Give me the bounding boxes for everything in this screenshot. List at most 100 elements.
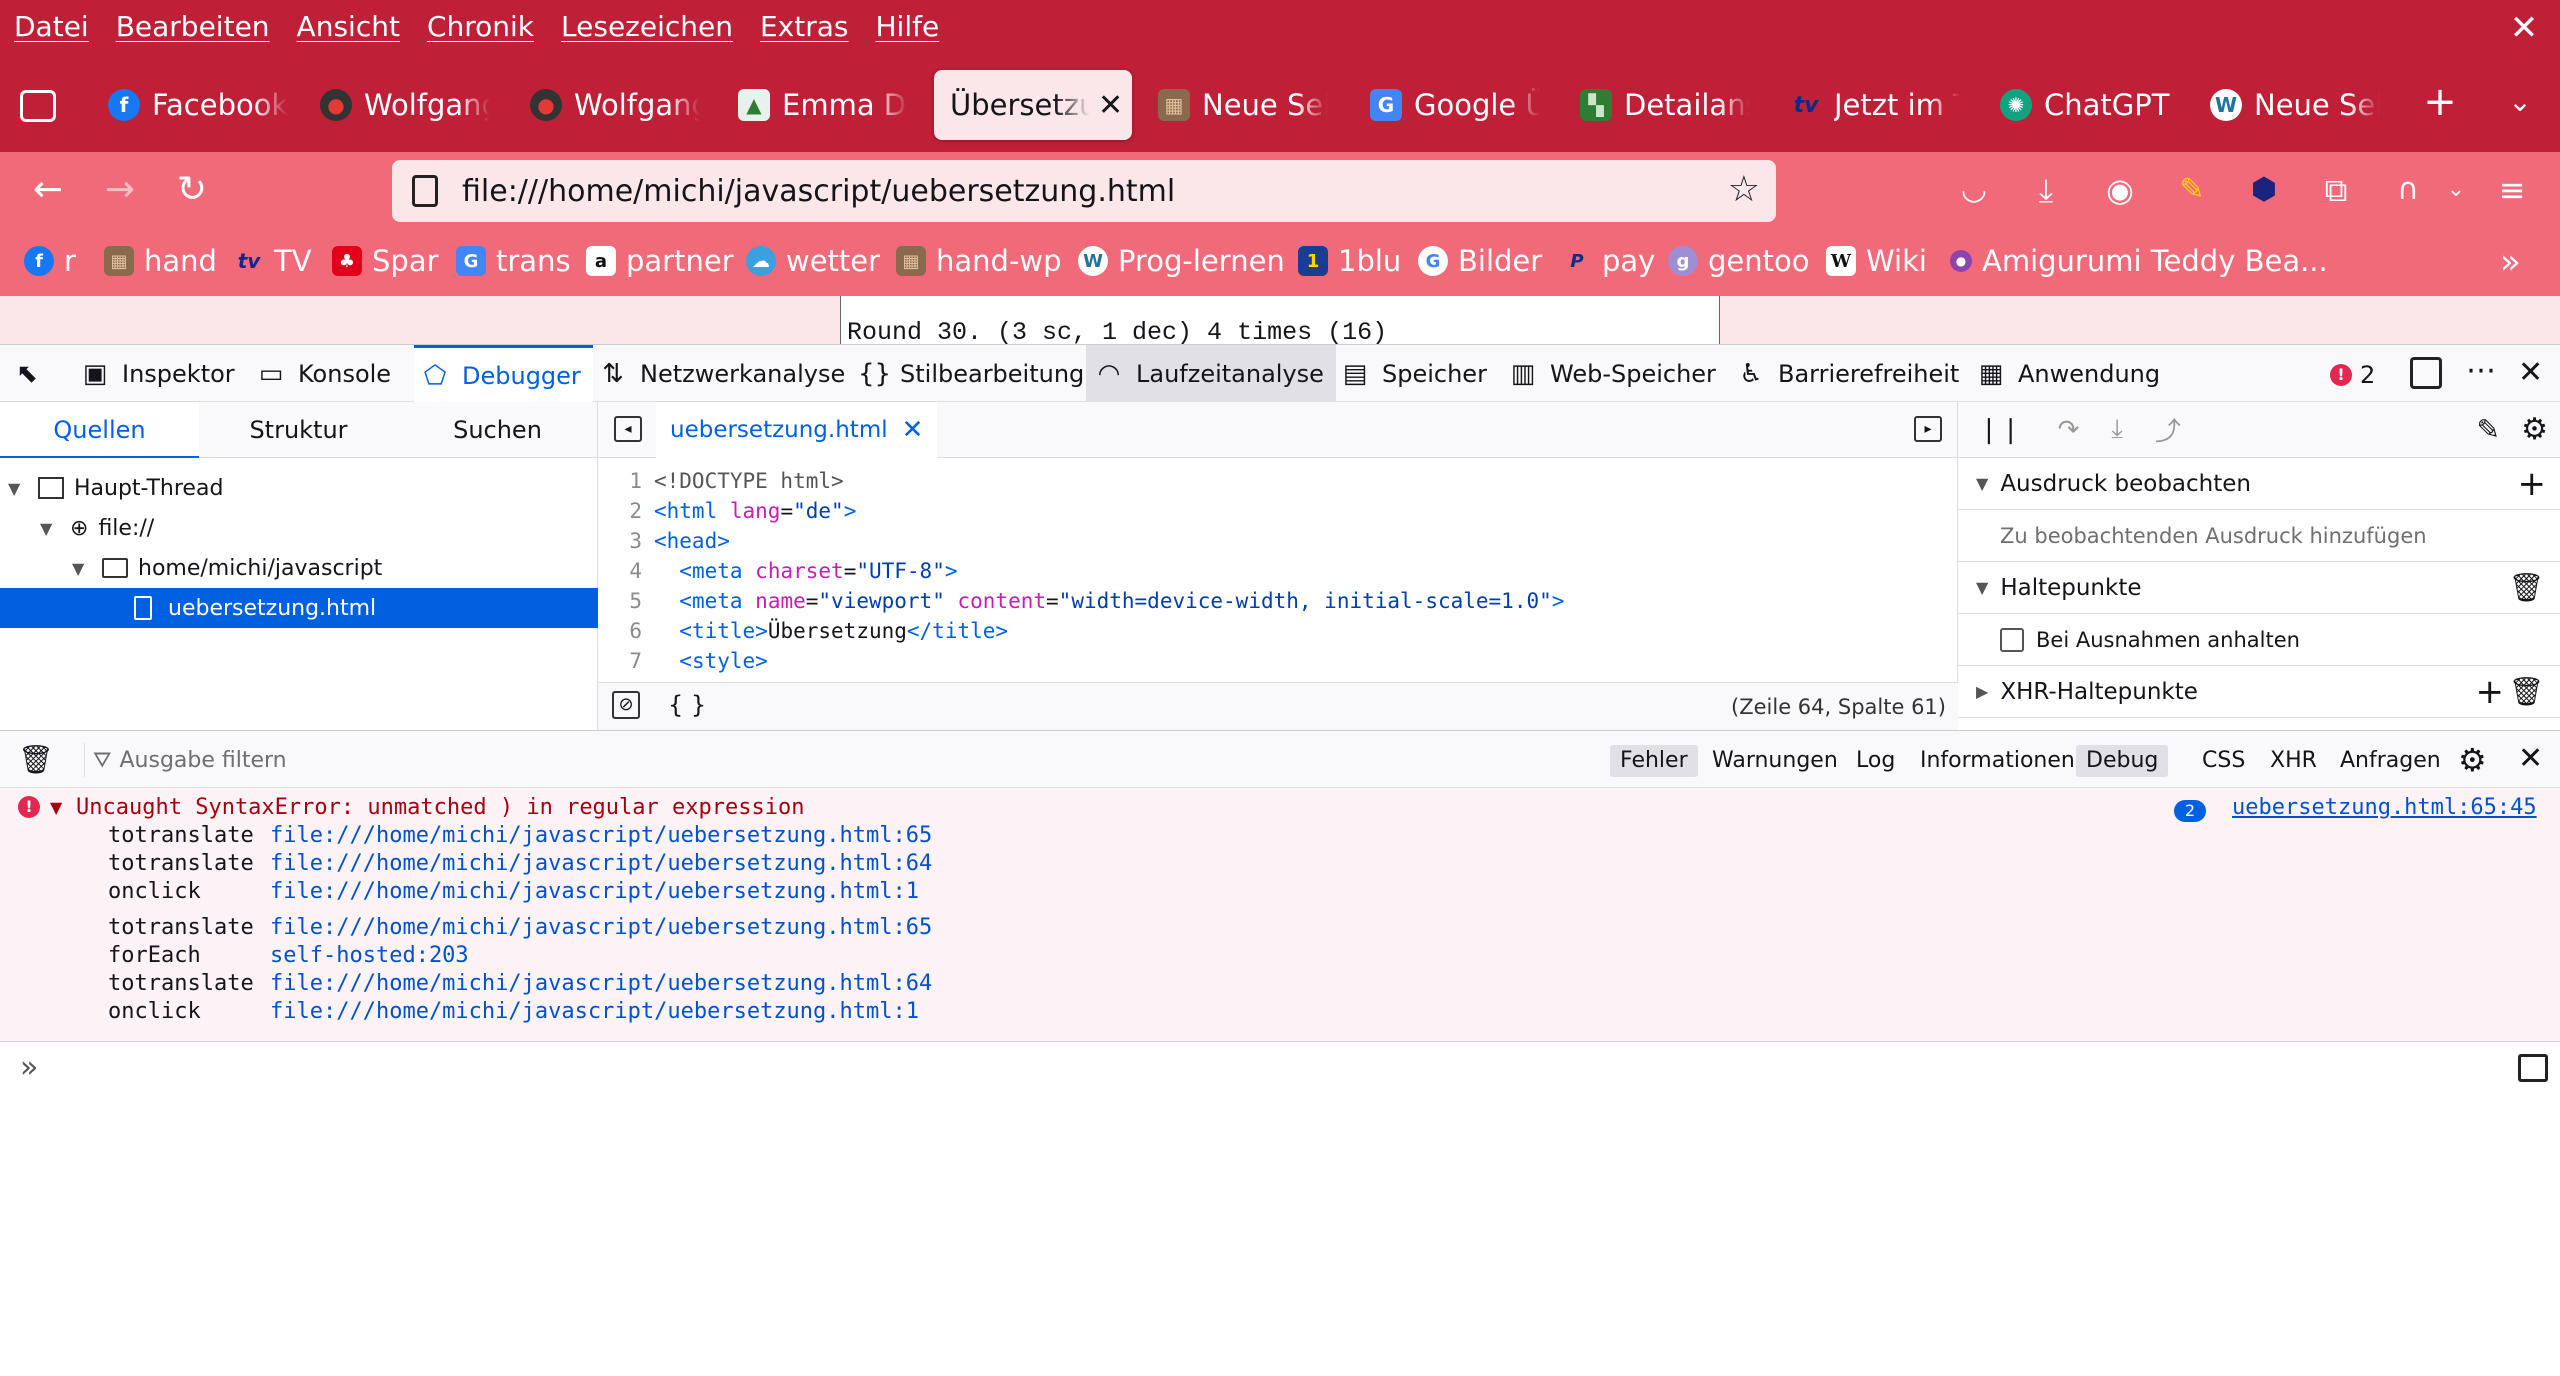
tab-neue-seite-1[interactable]: ▦ Neue Seite (1158, 70, 1328, 140)
toggle-sources-icon[interactable]: ◂ (614, 416, 642, 442)
pocket-icon[interactable]: ◡ (1950, 166, 1998, 214)
filter-informationen[interactable]: Informationen (1910, 745, 2085, 777)
url-text[interactable]: file:///home/michi/javascript/uebersetzu… (462, 174, 1175, 209)
bookmark-hand[interactable]: ▦ hand (104, 244, 217, 278)
bookmark-star-icon[interactable]: ☆ (1728, 172, 1760, 208)
settings-gear-icon[interactable]: ⚙ (2521, 412, 2548, 447)
url-bar[interactable]: file:///home/michi/javascript/uebersetzu… (392, 160, 1776, 222)
bookmark-gentoo[interactable]: g gentoo (1668, 244, 1810, 278)
stack-frame-link[interactable]: file:///home/michi/javascript/uebersetzu… (270, 850, 932, 878)
menu-ansicht[interactable]: Ansicht (297, 10, 400, 43)
filter-debug[interactable]: Debug (2076, 745, 2169, 777)
tree-item-thread[interactable]: ▼ Haupt-Thread (0, 468, 598, 508)
forward-icon[interactable]: → (96, 166, 144, 214)
watch-input[interactable]: Zu beobachtenden Ausdruck hinzufügen (1958, 510, 2560, 562)
bookmark-spar[interactable]: ♣ Spar (332, 244, 439, 278)
tab-suchen[interactable]: Suchen (398, 402, 597, 458)
reload-icon[interactable]: ↻ (168, 166, 216, 214)
more-options-icon[interactable]: ⋯ (2466, 353, 2496, 388)
filter-xhr[interactable]: XHR (2260, 745, 2327, 777)
trash-icon[interactable]: 🗑 (2508, 675, 2544, 708)
close-file-icon[interactable]: ✕ (902, 415, 924, 445)
filter-anfragen[interactable]: Anfragen (2330, 745, 2451, 777)
bookmark-prog-lernen[interactable]: W Prog-lernen (1078, 244, 1285, 278)
step-in-icon[interactable]: ⤓ (2111, 414, 2123, 445)
bookmark-bilder[interactable]: G Bilder (1418, 244, 1542, 278)
window-close-icon[interactable]: ✕ (2508, 11, 2540, 45)
bookmark-hand-wp[interactable]: ▦ hand-wp (896, 244, 1062, 278)
tab-uebersetzung[interactable]: Übersetzung ✕ (934, 70, 1132, 140)
menu-datei[interactable]: Datei (14, 10, 89, 43)
close-tab-icon[interactable]: ✕ (1098, 88, 1123, 123)
tab-emma[interactable]: ▲ Emma Do (738, 70, 908, 140)
tab-struktur[interactable]: Struktur (199, 402, 398, 458)
tab-debugger[interactable]: ⬠ Debugger (414, 345, 593, 403)
new-tab-icon[interactable]: + (2420, 82, 2460, 122)
editor-mode-icon[interactable] (2518, 1054, 2548, 1082)
editor-file-tab[interactable]: uebersetzung.html ✕ (656, 402, 938, 458)
bookmark-pay[interactable]: P pay (1562, 244, 1655, 278)
filter-warnungen[interactable]: Warnungen (1702, 745, 1848, 777)
stack-frame-link[interactable]: file:///home/michi/javascript/uebersetzu… (270, 822, 932, 850)
blackbox-icon[interactable]: ⊘ (612, 691, 640, 719)
tree-item-file[interactable]: uebersetzung.html (0, 588, 598, 628)
tree-item-domain[interactable]: ▼ ⊕ file:// (0, 508, 598, 548)
tab-laufzeitanalyse[interactable]: ◠ Laufzeitanalyse (1086, 345, 1336, 403)
tab-detailansicht[interactable]: ▚ Detailansicht (1580, 70, 1750, 140)
tab-inspektor[interactable]: ▣ Inspektor (80, 345, 235, 403)
menu-hilfe[interactable]: Hilfe (875, 10, 939, 43)
pretty-print-button[interactable]: { } (668, 691, 706, 719)
tab-wolfgang-1[interactable]: ● Wolfgang (320, 70, 490, 140)
pause-on-exceptions-row[interactable]: Bei Ausnahmen anhalten (1958, 614, 2560, 666)
pause-exceptions-checkbox[interactable] (2000, 627, 2024, 652)
tab-quellen[interactable]: Quellen (0, 402, 199, 458)
extension-ublock-icon[interactable]: ⬢ (2240, 166, 2288, 214)
breakpoints-header[interactable]: ▼ Haltepunkte 🗑 (1958, 562, 2560, 614)
bookmark-amigurumi[interactable]: ● Amigurumi Teddy Bea... (1950, 244, 2328, 278)
filter-log[interactable]: Log (1846, 745, 1905, 777)
step-over-icon[interactable]: ↷ (2058, 415, 2080, 445)
tab-barrierefreiheit[interactable]: ♿ Barrierefreiheit (1736, 345, 1959, 403)
extensions-icon[interactable]: ⧉ (2312, 166, 2360, 214)
bookmark-trans[interactable]: G trans (456, 244, 571, 278)
bookmark-r[interactable]: f r (24, 244, 76, 278)
extension-brush-icon[interactable]: ✎ (2168, 166, 2216, 214)
tab-facebook[interactable]: f Facebook (108, 70, 288, 140)
menu-bearbeiten[interactable]: Bearbeiten (116, 10, 270, 43)
tree-item-folder[interactable]: ▼ home/michi/javascript (0, 548, 598, 588)
menu-lesezeichen[interactable]: Lesezeichen (561, 10, 733, 43)
bookmark-1blu[interactable]: 1 1blu (1298, 244, 1401, 278)
bookmark-wiki[interactable]: W Wiki (1826, 244, 1927, 278)
stack-frame-link[interactable]: file:///home/michi/javascript/uebersetzu… (270, 878, 919, 906)
menu-chronik[interactable]: Chronik (427, 10, 534, 43)
add-watch-icon[interactable]: + (2518, 464, 2547, 504)
tab-web-speicher[interactable]: ▥ Web-Speicher (1508, 345, 1716, 403)
tab-speicher[interactable]: ▤ Speicher (1340, 345, 1487, 403)
xhr-breakpoints-header[interactable]: ▶ XHR-Haltepunkte + 🗑 (1958, 666, 2560, 718)
menu-extras[interactable]: Extras (760, 10, 849, 43)
stack-frame-link[interactable]: self-hosted:203 (270, 942, 469, 970)
bookmark-partner[interactable]: a partner (586, 244, 734, 278)
tab-stilbearbeitung[interactable]: {} Stilbearbeitung (858, 345, 1084, 403)
console-input[interactable]: » (0, 1042, 2560, 1092)
tab-overview-icon[interactable] (20, 90, 56, 122)
stack-frame-link[interactable]: file:///home/michi/javascript/uebersetzu… (270, 914, 932, 942)
back-icon[interactable]: ← (24, 166, 72, 214)
clear-console-trash-icon[interactable]: 🗑 (18, 743, 54, 776)
error-source-link[interactable]: uebersetzung.html:65:45 (2232, 794, 2537, 822)
headphones-icon[interactable]: ∩ (2384, 166, 2432, 214)
filter-css[interactable]: CSS (2192, 745, 2255, 777)
hamburger-menu-icon[interactable]: ≡ (2488, 166, 2536, 214)
bookmark-tv[interactable]: tv TV (234, 244, 312, 278)
element-picker-icon[interactable]: ⬉ (12, 345, 54, 403)
step-out-icon[interactable]: ⤴ (2155, 411, 2181, 448)
tab-netzwerkanalyse[interactable]: ⇅ Netzwerkanalyse (598, 345, 845, 403)
filter-output-input[interactable]: ⛛ Ausgabe filtern (84, 743, 1584, 777)
tab-jetzt-im-tv[interactable]: tv Jetzt im TV (1790, 70, 1960, 140)
tab-konsole[interactable]: ▭ Konsole (256, 345, 391, 403)
stack-frame-link[interactable]: file:///home/michi/javascript/uebersetzu… (270, 970, 932, 998)
close-split-console-icon[interactable]: ✕ (2518, 741, 2543, 776)
add-xhr-icon[interactable]: + (2476, 672, 2505, 712)
tab-wolfgang-2[interactable]: ● Wolfgang (530, 70, 700, 140)
chevron-down-icon[interactable]: ⌄ (2432, 166, 2480, 214)
